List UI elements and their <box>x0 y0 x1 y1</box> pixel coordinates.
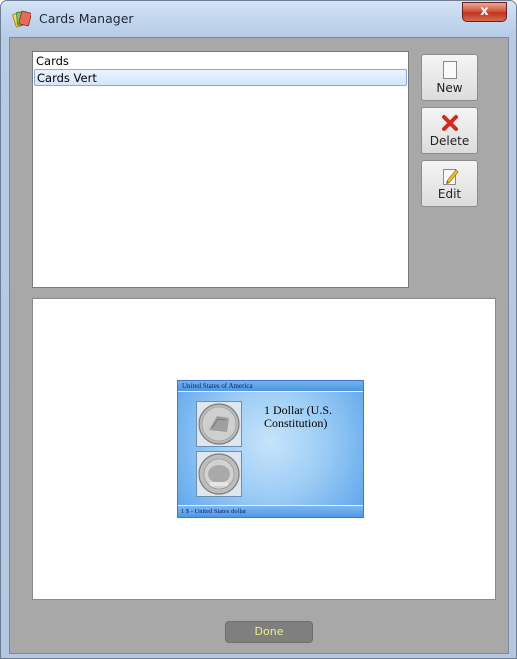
card-header: United States of America <box>178 381 363 392</box>
title-bar[interactable]: Cards Manager x <box>1 1 516 37</box>
close-icon: x <box>480 4 489 19</box>
done-button-label: Done <box>254 625 284 638</box>
list-item[interactable]: Cards <box>34 53 407 70</box>
close-button[interactable]: x <box>462 2 507 22</box>
card-preview-pane: United States of America 1 Dollar (U.S. … <box>32 298 496 600</box>
delete-button-label: Delete <box>429 134 470 148</box>
done-button[interactable]: Done <box>225 621 313 643</box>
cards-app-icon <box>12 10 31 28</box>
window-title: Cards Manager <box>39 11 134 26</box>
edit-pencil-icon <box>443 169 459 185</box>
card-coin-name: 1 Dollar (U.S. Constitution) <box>264 403 332 430</box>
edit-button[interactable]: Edit <box>421 160 478 207</box>
blank-page-icon <box>443 61 457 79</box>
new-button[interactable]: New <box>421 54 478 101</box>
card-footer: 1 $ - United States dollar <box>178 505 363 517</box>
cards-manager-window: Cards Manager x Cards Cards Vert New Del… <box>0 0 517 659</box>
coin-reverse-image <box>196 451 242 497</box>
coin-obverse-image <box>196 401 242 447</box>
list-item-label: Cards <box>36 54 69 68</box>
new-button-label: New <box>436 81 463 95</box>
cards-list[interactable]: Cards Cards Vert <box>32 51 409 288</box>
list-item-label: Cards Vert <box>37 71 97 85</box>
list-item-selected[interactable]: Cards Vert <box>34 69 407 86</box>
card-preview: United States of America 1 Dollar (U.S. … <box>177 380 364 518</box>
delete-button[interactable]: Delete <box>421 107 478 154</box>
edit-button-label: Edit <box>437 187 462 201</box>
red-x-icon <box>442 115 458 131</box>
client-area: Cards Cards Vert New Delete Edit United … <box>9 37 509 654</box>
